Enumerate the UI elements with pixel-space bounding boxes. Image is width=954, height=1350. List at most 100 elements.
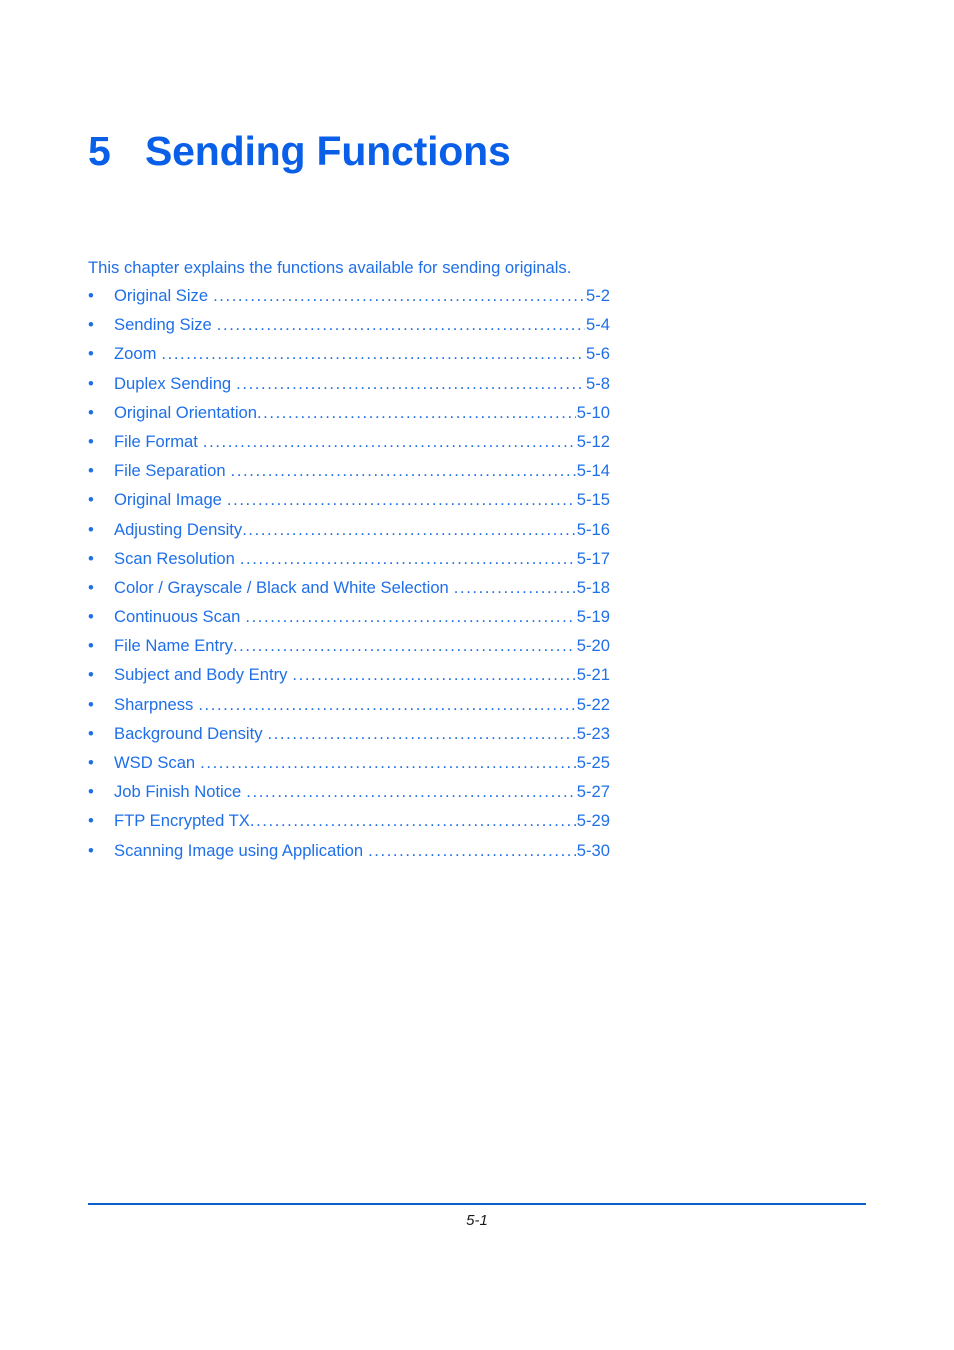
toc-entry-label: Original Size xyxy=(114,286,209,305)
bullet-icon: • xyxy=(88,431,94,451)
toc-link[interactable]: Job Finish Notice 5-27 xyxy=(114,781,610,803)
toc-link[interactable]: File Name Entry 5-20 xyxy=(114,635,610,657)
toc-link[interactable]: Zoom 5-6 xyxy=(114,343,610,365)
toc-entry[interactable]: • Original Image 5-15 xyxy=(88,489,610,518)
toc-entry-label: Adjusting Density xyxy=(114,519,243,539)
bullet-icon: • xyxy=(88,373,94,393)
toc-link[interactable]: Sharpness 5-22 xyxy=(114,694,610,716)
toc-entry[interactable]: • Sharpness 5-22 xyxy=(88,694,610,723)
toc-entry-label: Original Orientation xyxy=(114,402,257,422)
toc-entry-label: Duplex Sending xyxy=(114,373,232,393)
toc-entry-page-number: 5-2 xyxy=(586,286,610,305)
toc-entry-page-number: 5-15 xyxy=(576,490,610,510)
toc-entry-page-number: 5-19 xyxy=(576,607,610,627)
toc-entry-page-number: 5-21 xyxy=(576,665,610,685)
toc-entry[interactable]: • File Name Entry 5-20 xyxy=(88,635,610,664)
toc-link[interactable]: FTP Encrypted TX 5-29 xyxy=(114,810,610,832)
toc-entry[interactable]: • Zoom 5-6 xyxy=(88,343,610,372)
bullet-icon: • xyxy=(88,723,94,743)
toc-entry-label: File Format xyxy=(114,431,198,451)
toc-entry[interactable]: • Subject and Body Entry 5-21 xyxy=(88,664,610,693)
bullet-icon: • xyxy=(88,636,94,656)
toc-entry-page-number: 5-25 xyxy=(576,753,610,772)
toc-entry-label: Scanning Image using Application xyxy=(114,840,364,860)
footer-divider xyxy=(88,1203,866,1205)
toc-entry-page-number: 5-4 xyxy=(586,315,610,335)
bullet-icon: • xyxy=(88,548,94,568)
toc-link[interactable]: Subject and Body Entry 5-21 xyxy=(114,664,610,686)
dot-leader xyxy=(231,460,576,482)
toc-link[interactable]: Original Orientation 5-10 xyxy=(114,402,610,424)
toc-link[interactable]: Duplex Sending 5-8 xyxy=(114,373,610,395)
toc-entry-label: Sending Size xyxy=(114,315,212,335)
toc-entry[interactable]: • WSD Scan 5-25 xyxy=(88,752,610,781)
dot-leader xyxy=(250,810,576,832)
dot-leader xyxy=(217,314,585,336)
toc-entry-page-number: 5-8 xyxy=(586,373,610,393)
toc-entry-label: File Name Entry xyxy=(114,636,233,656)
toc-entry[interactable]: • File Separation 5-14 xyxy=(88,460,610,489)
dot-leader xyxy=(227,489,576,511)
toc-link[interactable]: Sending Size 5-4 xyxy=(114,314,610,336)
toc-entry-page-number: 5-12 xyxy=(576,431,610,451)
toc-entry[interactable]: • Original Orientation 5-10 xyxy=(88,402,610,431)
toc-link[interactable]: WSD Scan 5-25 xyxy=(114,752,610,774)
toc-link[interactable]: Scanning Image using Application 5-30 xyxy=(114,840,610,862)
chapter-number: 5 xyxy=(88,128,111,175)
bullet-icon: • xyxy=(88,461,94,481)
toc-entry-label: Background Density xyxy=(114,723,263,743)
toc-entry-label: Continuous Scan xyxy=(114,607,241,627)
dot-leader xyxy=(292,664,575,686)
toc-entry[interactable]: • Original Size 5-2 xyxy=(88,285,610,314)
toc-entry-page-number: 5-10 xyxy=(576,402,610,422)
toc-entry-label: FTP Encrypted TX xyxy=(114,811,250,831)
toc-link[interactable]: Color / Grayscale / Black and White Sele… xyxy=(114,577,610,599)
toc-entry-page-number: 5-14 xyxy=(576,461,610,481)
dot-leader xyxy=(268,723,576,745)
toc-entry-label: Zoom xyxy=(114,344,157,364)
toc-entry[interactable]: • Scan Resolution 5-17 xyxy=(88,548,610,577)
toc-entry[interactable]: • FTP Encrypted TX 5-29 xyxy=(88,810,610,839)
toc-entry[interactable]: • Continuous Scan 5-19 xyxy=(88,606,610,635)
dot-leader xyxy=(236,373,585,395)
bullet-icon: • xyxy=(88,519,94,539)
toc-entry[interactable]: • Color / Grayscale / Black and White Sel… xyxy=(88,577,610,606)
toc-entry-page-number: 5-20 xyxy=(576,636,610,656)
toc-entry[interactable]: • Sending Size 5-4 xyxy=(88,314,610,343)
bullet-icon: • xyxy=(88,286,94,305)
toc-entry[interactable]: • Background Density 5-23 xyxy=(88,723,610,752)
dot-leader xyxy=(246,781,576,803)
toc-entry[interactable]: • File Format 5-12 xyxy=(88,431,610,460)
toc-entry[interactable]: • Scanning Image using Application 5-30 xyxy=(88,840,610,869)
toc-link[interactable]: File Separation 5-14 xyxy=(114,460,610,482)
bullet-icon: • xyxy=(88,665,94,685)
toc-link[interactable]: Background Density 5-23 xyxy=(114,723,610,745)
bullet-icon: • xyxy=(88,782,94,802)
chapter-title: Sending Functions xyxy=(145,128,511,175)
dot-leader xyxy=(368,840,576,862)
toc-entry[interactable]: • Duplex Sending 5-8 xyxy=(88,373,610,402)
toc-entry-label: Color / Grayscale / Black and White Sele… xyxy=(114,577,449,597)
toc-link[interactable]: Continuous Scan 5-19 xyxy=(114,606,610,628)
toc-link[interactable]: Scan Resolution 5-17 xyxy=(114,548,610,570)
toc-entry-label: File Separation xyxy=(114,461,226,481)
toc-link[interactable]: Adjusting Density 5-16 xyxy=(114,519,610,541)
dot-leader xyxy=(213,285,585,307)
toc-link[interactable]: File Format 5-12 xyxy=(114,431,610,453)
toc-entry[interactable]: • Job Finish Notice 5-27 xyxy=(88,781,610,810)
dot-leader xyxy=(245,606,575,628)
footer-page-number: 5-1 xyxy=(466,1212,488,1229)
toc-entry-page-number: 5-29 xyxy=(576,811,610,831)
dot-leader xyxy=(161,343,585,365)
toc-entry[interactable]: • Adjusting Density 5-16 xyxy=(88,519,610,548)
toc-entry-page-number: 5-17 xyxy=(576,548,610,568)
toc-link[interactable]: Original Size 5-2 xyxy=(114,285,610,307)
toc-entry-label: Subject and Body Entry xyxy=(114,665,288,685)
toc-entry-page-number: 5-23 xyxy=(576,723,610,743)
bullet-icon: • xyxy=(88,753,94,772)
toc-link[interactable]: Original Image 5-15 xyxy=(114,489,610,511)
bullet-icon: • xyxy=(88,315,94,335)
bullet-icon: • xyxy=(88,840,94,860)
dot-leader xyxy=(233,635,576,657)
toc-entry-page-number: 5-30 xyxy=(576,840,610,860)
